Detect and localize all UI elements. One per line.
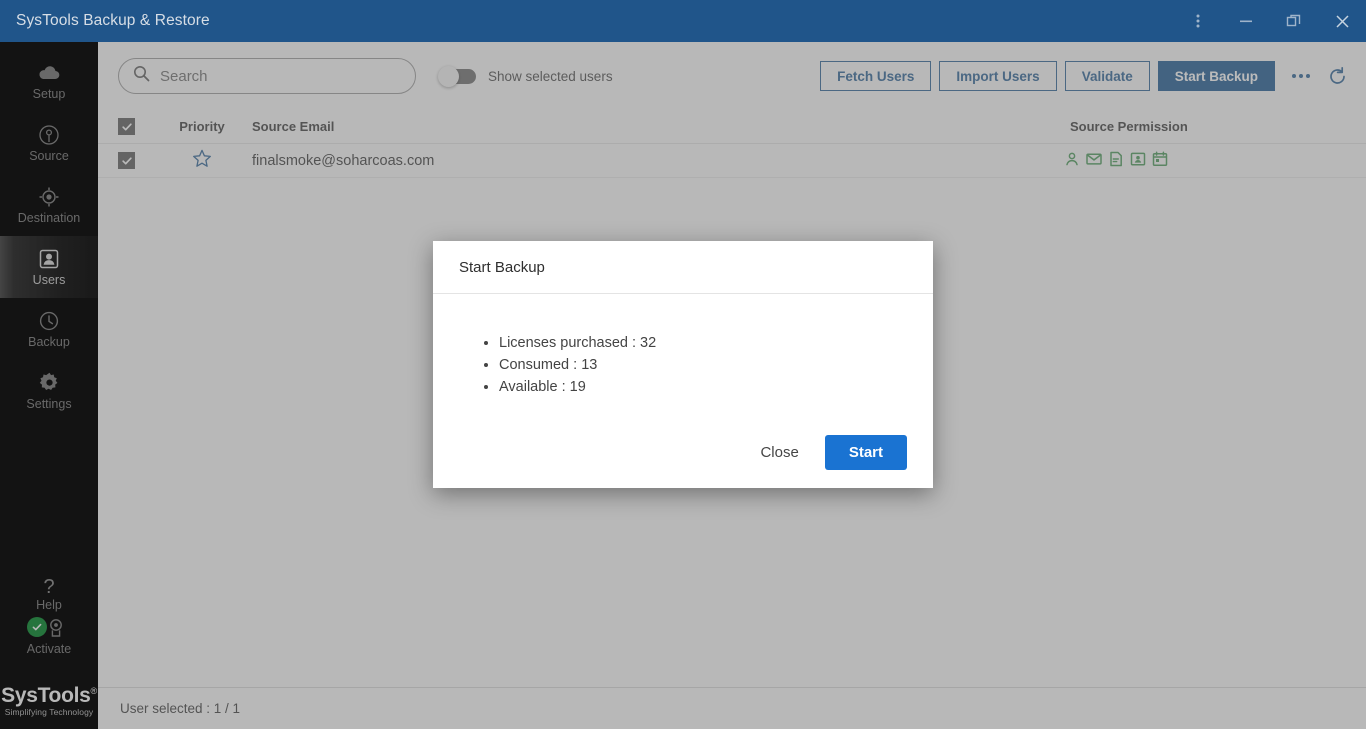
start-backup-dialog: Start Backup Licenses purchased : 32 Con… bbox=[433, 241, 933, 488]
modal-backdrop-sidebar bbox=[0, 42, 98, 729]
close-button[interactable]: Close bbox=[746, 436, 812, 469]
start-button[interactable]: Start bbox=[824, 434, 907, 470]
window-controls bbox=[1174, 0, 1366, 42]
minimize-button[interactable] bbox=[1222, 0, 1270, 42]
application-window: SysTools Backup & Restore Setup Source D… bbox=[0, 0, 1366, 729]
dialog-title: Start Backup bbox=[459, 258, 545, 276]
app-title: SysTools Backup & Restore bbox=[16, 12, 210, 29]
list-item: Consumed : 13 bbox=[499, 354, 907, 376]
list-item: Available : 19 bbox=[499, 376, 907, 398]
more-menu-button[interactable] bbox=[1174, 0, 1222, 42]
license-info-list: Licenses purchased : 32 Consumed : 13 Av… bbox=[459, 332, 907, 398]
title-bar: SysTools Backup & Restore bbox=[0, 0, 1366, 42]
close-button[interactable] bbox=[1318, 0, 1366, 42]
dialog-header: Start Backup bbox=[433, 241, 933, 294]
restore-button[interactable] bbox=[1270, 0, 1318, 42]
dialog-footer: Close Start bbox=[433, 426, 933, 488]
list-item: Licenses purchased : 32 bbox=[499, 332, 907, 354]
dialog-body: Licenses purchased : 32 Consumed : 13 Av… bbox=[433, 294, 933, 426]
